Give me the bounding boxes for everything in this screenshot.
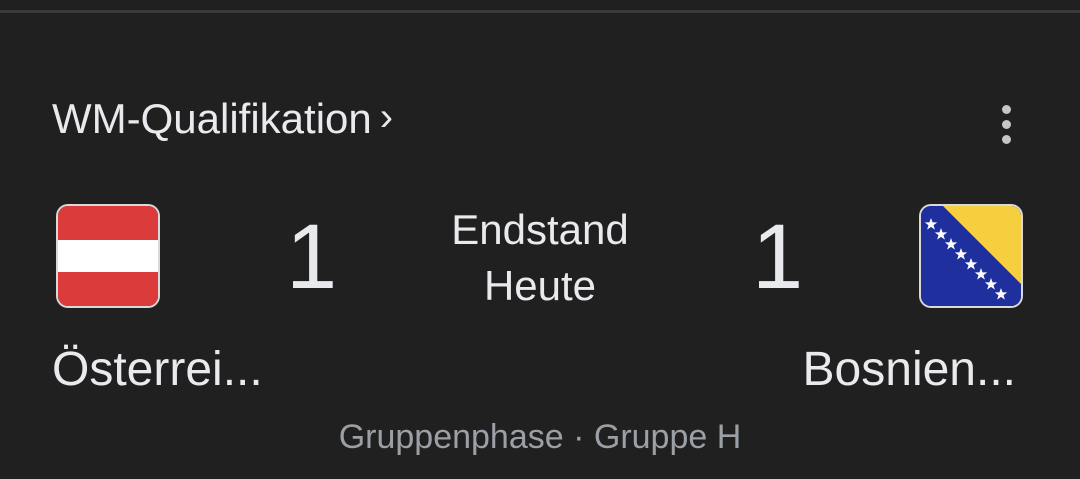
top-divider <box>0 10 1080 13</box>
austria-flag-graphic <box>58 206 158 306</box>
bosnia-flag-graphic <box>921 206 1021 306</box>
more-vert-icon-dot <box>1001 104 1011 114</box>
away-score: 1 <box>752 206 804 308</box>
match-stage: Gruppenphase · Gruppe H <box>338 418 742 456</box>
competition-link[interactable]: WM-Qualifikation › <box>52 94 393 144</box>
match-status: Endstand Heute <box>440 202 640 314</box>
away-team-name[interactable]: Bosnien... <box>803 340 1016 400</box>
match-date-label: Heute <box>483 262 597 309</box>
home-team-name[interactable]: Österrei... <box>52 340 263 400</box>
home-score: 1 <box>286 206 338 308</box>
chevron-right-icon: › <box>379 95 394 139</box>
more-options-button[interactable] <box>984 96 1028 152</box>
bosnia-herzegovina-flag-icon[interactable] <box>921 206 1021 306</box>
more-vert-icon-dot <box>1001 119 1011 129</box>
competition-label: WM-Qualifikation <box>52 95 372 142</box>
match-status-label: Endstand <box>451 206 629 253</box>
more-vert-icon-dot <box>1001 134 1011 144</box>
austria-flag-icon[interactable] <box>58 206 158 306</box>
